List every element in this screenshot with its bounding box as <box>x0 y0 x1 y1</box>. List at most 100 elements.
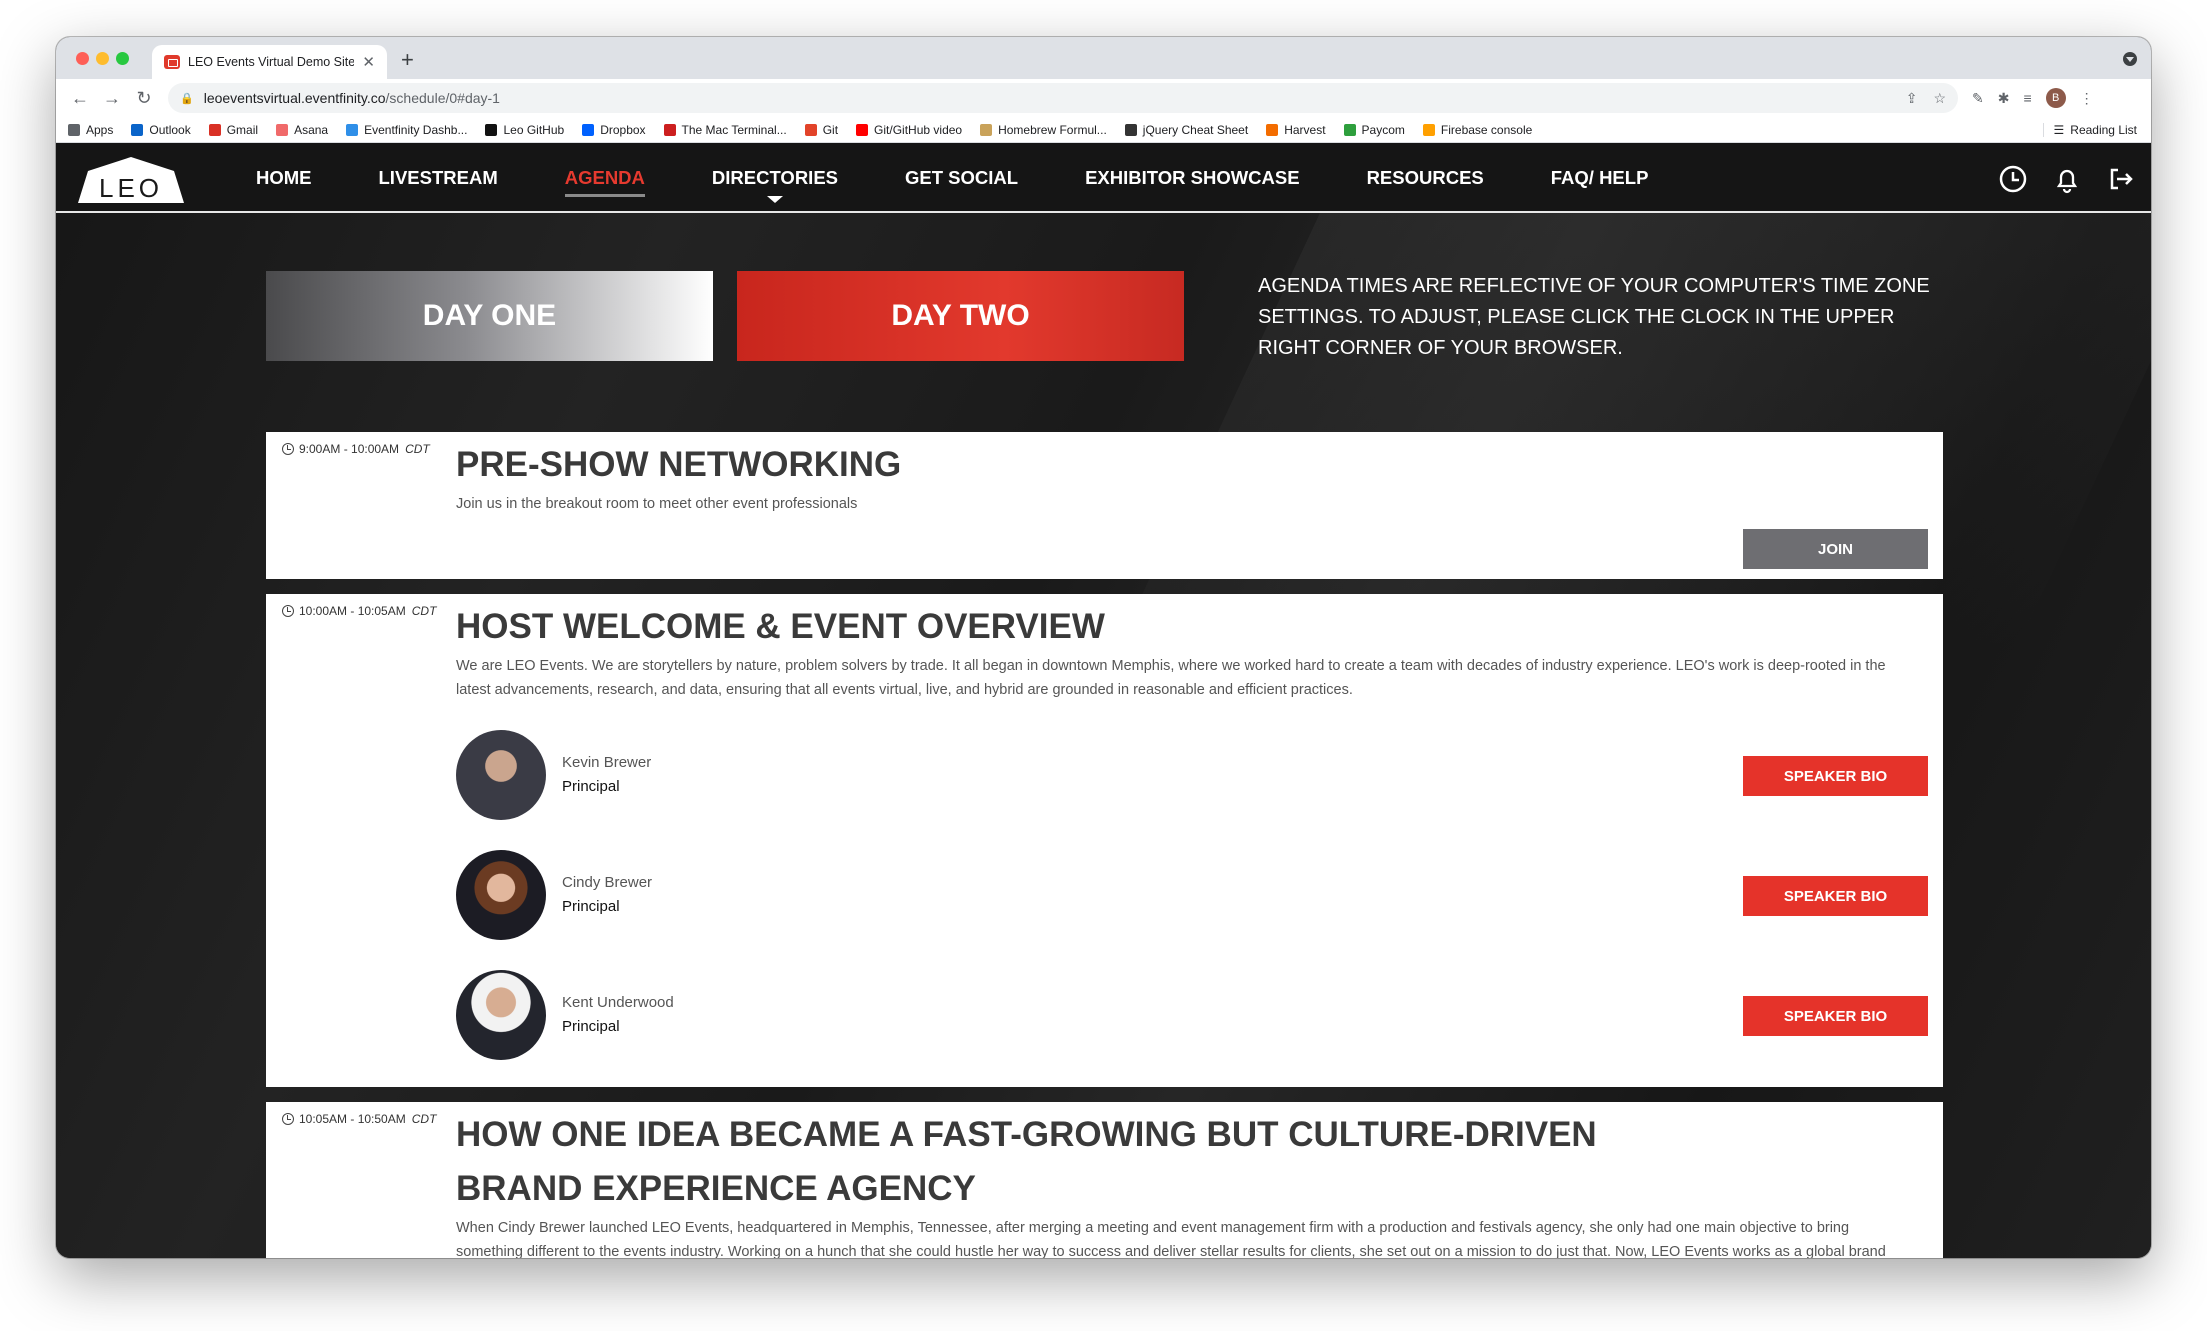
bookmark-label: Harvest <box>1284 122 1326 137</box>
logout-icon[interactable] <box>2105 163 2137 195</box>
nav-item-resources[interactable]: RESOURCES <box>1367 167 1484 189</box>
bookmark-icon <box>68 123 80 136</box>
bookmark-label: Apps <box>86 122 114 137</box>
bookmark-icon <box>131 123 144 136</box>
speaker-row: Cindy Brewer Principal SPEAKER BIO <box>456 850 1928 940</box>
bookmark-icon <box>804 123 817 136</box>
bookmark-icon <box>1343 123 1356 136</box>
clock-icon[interactable] <box>1997 163 2029 195</box>
day-one-tab[interactable]: DAY ONE <box>266 271 713 361</box>
new-tab-button[interactable]: + <box>401 47 414 73</box>
profile-avatar[interactable]: B <box>2045 88 2066 108</box>
speaker-role: Principal <box>562 898 620 915</box>
tab-search-icon[interactable] <box>2123 52 2137 66</box>
bookmark-label: Git <box>822 122 839 137</box>
browser-toolbar: ← → ↻ 🔒 leoeventsvirtual.eventfinity.co /… <box>56 79 2151 117</box>
bookmark-item[interactable]: Gmail <box>208 122 259 137</box>
leo-logo[interactable]: LEO <box>74 153 188 213</box>
logo-text: LEO <box>99 173 163 203</box>
session-title: PRE-SHOW NETWORKING <box>456 445 902 484</box>
speaker-row: Kent Underwood Principal SPEAKER BIO <box>456 970 1928 1060</box>
session-title: HOW ONE IDEA BECAME A FAST-GROWING BUT C… <box>456 1115 1597 1208</box>
nav-item-agenda[interactable]: AGENDA <box>564 167 646 197</box>
bookmark-item[interactable]: The Mac Terminal... <box>663 122 787 137</box>
session-time: 10:00AM - 10:05AM CDT <box>282 604 436 618</box>
bookmark-label: Gmail <box>226 122 259 137</box>
bookmarks-bar: Apps Outlook Gmail Asana Eventfinity Dashb..… <box>56 117 2151 143</box>
clock-icon <box>282 605 294 617</box>
clock-icon <box>282 1113 294 1125</box>
speaker-name: Kevin Brewer <box>562 754 652 771</box>
bookmark-item[interactable]: Dropbox <box>582 123 646 137</box>
forward-icon[interactable]: → <box>96 88 128 109</box>
bookmark-item[interactable]: Outlook <box>131 123 191 137</box>
bookmark-label: Git/GitHub video <box>874 122 963 137</box>
speaker-bio-button[interactable]: SPEAKER BIO <box>1743 876 1928 916</box>
lock-icon: 🔒 <box>180 92 194 105</box>
speaker-bio-button[interactable]: SPEAKER BIO <box>1743 756 1928 796</box>
reload-icon[interactable]: ↻ <box>128 88 160 109</box>
tab-favicon-icon <box>164 55 180 69</box>
session-timezone: CDT <box>411 604 437 618</box>
tab-strip: LEO Events Virtual Demo Site ✕ + <box>56 37 2151 79</box>
bookmark-item[interactable]: Leo GitHub <box>485 123 564 137</box>
join-button[interactable]: JOIN <box>1743 529 1928 569</box>
speaker-avatar <box>456 730 546 820</box>
minimize-window-button[interactable] <box>96 52 109 65</box>
timezone-note: AGENDA TIMES ARE REFLECTIVE OF YOUR COMP… <box>1258 275 1930 359</box>
bookmark-item[interactable]: Git <box>804 122 839 137</box>
close-window-button[interactable] <box>76 52 89 65</box>
speaker-name: Cindy Brewer <box>562 874 653 891</box>
bookmark-label: The Mac Terminal... <box>681 122 787 137</box>
bookmark-item[interactable]: Harvest <box>1266 122 1326 137</box>
speaker-row: Kevin Brewer Principal SPEAKER BIO <box>456 730 1928 820</box>
media-icon[interactable]: ≡ <box>2023 90 2031 106</box>
bookmark-icon <box>1422 123 1435 136</box>
address-bar[interactable]: 🔒 leoeventsvirtual.eventfinity.co/schedu… <box>168 83 1958 113</box>
bookmark-item[interactable]: Eventfinity Dashb... <box>346 123 467 137</box>
bookmark-label: Firebase console <box>1440 122 1533 137</box>
bookmark-icon <box>582 123 595 136</box>
agenda-session: 10:00AM - 10:05AM CDT HOST WELCOME & EVE… <box>266 594 1943 1087</box>
menu-icon[interactable]: ⋮ <box>2080 90 2094 107</box>
bookmark-label: Paycom <box>1361 122 1405 137</box>
nav-item-directories[interactable]: DIRECTORIES <box>712 167 838 189</box>
maximize-window-button[interactable] <box>116 52 129 65</box>
bookmark-icon <box>208 123 221 136</box>
back-icon[interactable]: ← <box>64 88 96 109</box>
bell-icon[interactable] <box>2051 163 2083 195</box>
bookmark-item[interactable]: jQuery Cheat Sheet <box>1124 123 1248 137</box>
tab-close-icon[interactable]: ✕ <box>362 53 375 71</box>
nav-item-exhibitor-showcase[interactable]: EXHIBITOR SHOWCASE <box>1085 167 1299 189</box>
bookmark-item[interactable]: Asana <box>276 123 328 137</box>
bookmark-star-icon[interactable]: ☆ <box>1933 90 1946 107</box>
speaker-role: Principal <box>562 778 620 795</box>
bookmark-item[interactable]: Apps <box>68 123 113 137</box>
clock-icon <box>282 443 294 455</box>
url-path: /schedule/0#day-1 <box>385 90 500 106</box>
nav-item-faq-help[interactable]: FAQ/ HELP <box>1551 167 1649 189</box>
website: LEO HOME LIVESTREAM AGENDA DIRECTORIES GET S… <box>56 143 2151 1258</box>
session-time-text: 9:00AM - 10:00AM <box>299 442 400 456</box>
browser-tab[interactable]: LEO Events Virtual Demo Site ✕ <box>152 45 387 79</box>
share-icon[interactable]: ⇪ <box>1906 90 1918 107</box>
nav-item-home[interactable]: HOME <box>256 167 312 189</box>
session-time-text: 10:00AM - 10:05AM <box>299 604 406 618</box>
extension-icon[interactable]: ✎ <box>1972 90 1984 107</box>
session-description: Join us in the breakout room to meet oth… <box>456 496 858 512</box>
nav-item-get-social[interactable]: GET SOCIAL <box>905 167 1018 189</box>
bookmark-item[interactable]: Paycom <box>1343 122 1405 137</box>
puzzle-icon[interactable]: ✱ <box>1998 90 2010 107</box>
session-timezone: CDT <box>405 442 430 456</box>
speaker-bio-button[interactable]: SPEAKER BIO <box>1743 996 1928 1036</box>
bookmark-icon <box>663 123 676 136</box>
bookmark-icon <box>276 123 289 136</box>
bookmark-label: Eventfinity Dashb... <box>364 122 468 137</box>
day-two-tab[interactable]: DAY TWO <box>737 271 1184 361</box>
reading-list-button[interactable]: ☰ Reading List <box>2042 122 2137 137</box>
bookmark-item[interactable]: Homebrew Formul... <box>980 123 1107 137</box>
bookmark-item[interactable]: Git/GitHub video <box>856 123 962 137</box>
bookmark-icon <box>1124 123 1137 136</box>
bookmark-item[interactable]: Firebase console <box>1422 122 1533 137</box>
nav-item-livestream[interactable]: LIVESTREAM <box>379 167 498 189</box>
